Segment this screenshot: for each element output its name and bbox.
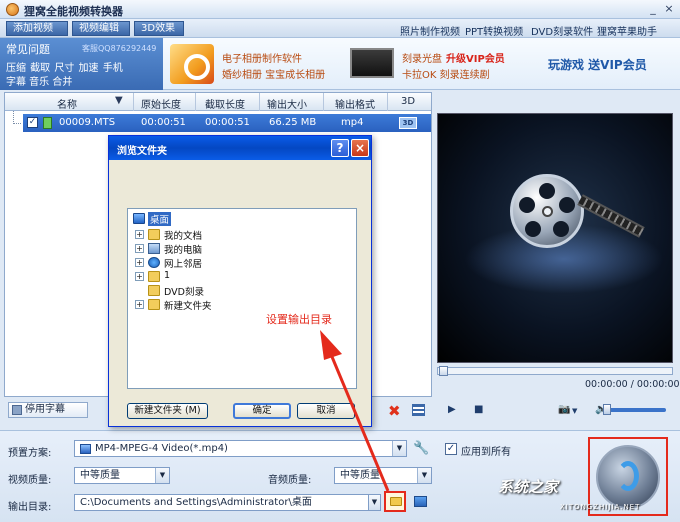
annotation-arrow-line: [328, 351, 390, 492]
annotation-arrow-head: [320, 330, 342, 360]
annotation-arrow-icon: [320, 330, 390, 492]
